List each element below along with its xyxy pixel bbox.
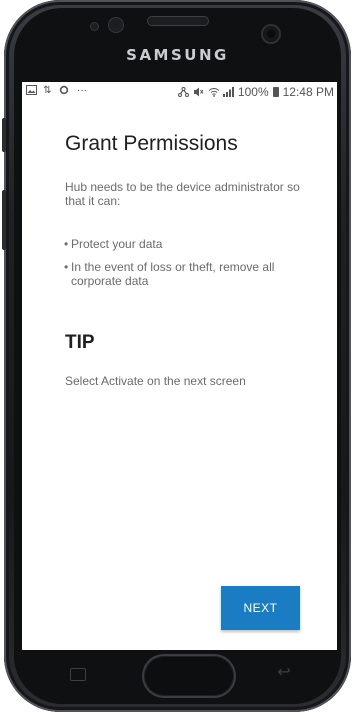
brand-logo: SAMSUNG <box>126 46 229 64</box>
tip-heading: TIP <box>65 332 95 353</box>
status-bar: ⇅ ··· 100% 12:48 PM <box>22 82 337 102</box>
page-description: Hub needs to be the device administrator… <box>65 180 300 208</box>
app-screen: ⇅ ··· 100% 12:48 PM Grant Permissions Hu… <box>22 82 337 650</box>
status-right-icons: 100% 12:48 PM <box>177 85 334 99</box>
page-title: Grant Permissions <box>65 132 238 155</box>
list-item-text: In the event of loss or theft, remove al… <box>71 260 275 288</box>
recent-apps-icon[interactable] <box>70 668 86 681</box>
data-icon <box>177 86 189 98</box>
tip-text: Select Activate on the next screen <box>65 374 246 388</box>
battery-icon <box>272 87 279 97</box>
status-left-icons: ⇅ ··· <box>26 85 90 96</box>
bullet-icon: • <box>64 260 69 274</box>
mute-icon <box>193 87 204 98</box>
home-button[interactable] <box>144 656 234 696</box>
list-item: • In the event of loss or theft, remove … <box>62 260 302 288</box>
bixby-button <box>2 190 6 250</box>
permission-list: • Protect your data • In the event of lo… <box>62 237 302 297</box>
status-time: 12:48 PM <box>282 85 334 99</box>
more-icon: ··· <box>77 85 87 96</box>
front-camera-icon <box>108 17 124 33</box>
camera-icon <box>263 26 279 42</box>
battery-level: 100% <box>237 85 269 99</box>
back-icon[interactable]: ↩ <box>274 664 294 682</box>
hardware-nav-bar: ↩ <box>22 650 337 702</box>
settings-icon <box>58 85 69 96</box>
wifi-icon <box>208 87 220 98</box>
sensor-icon <box>90 22 99 31</box>
image-icon <box>26 85 37 96</box>
next-button[interactable]: NEXT <box>221 586 300 630</box>
signal-icon <box>222 86 234 98</box>
sync-icon: ⇅ <box>43 85 52 96</box>
volume-button <box>2 118 6 152</box>
list-item-text: Protect your data <box>71 237 163 251</box>
earpiece-speaker <box>147 16 209 26</box>
bullet-icon: • <box>64 237 69 251</box>
list-item: • Protect your data <box>62 237 302 251</box>
